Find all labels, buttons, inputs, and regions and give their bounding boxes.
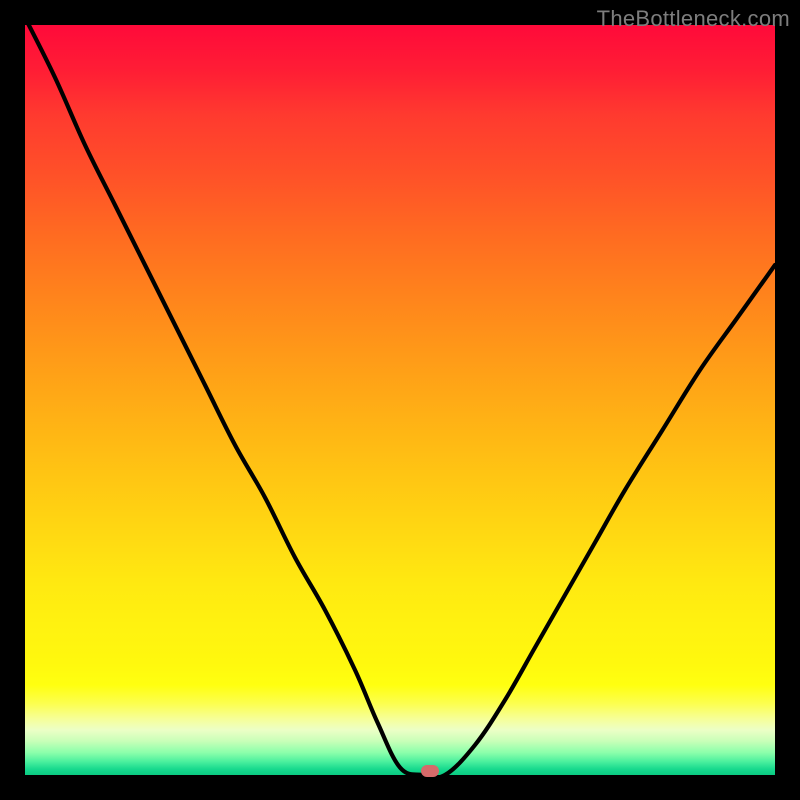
chart-frame: TheBottleneck.com [0, 0, 800, 800]
plot-area [25, 25, 775, 775]
optimal-point-marker [421, 765, 439, 777]
watermark-text: TheBottleneck.com [597, 6, 790, 32]
bottleneck-curve [25, 25, 775, 775]
